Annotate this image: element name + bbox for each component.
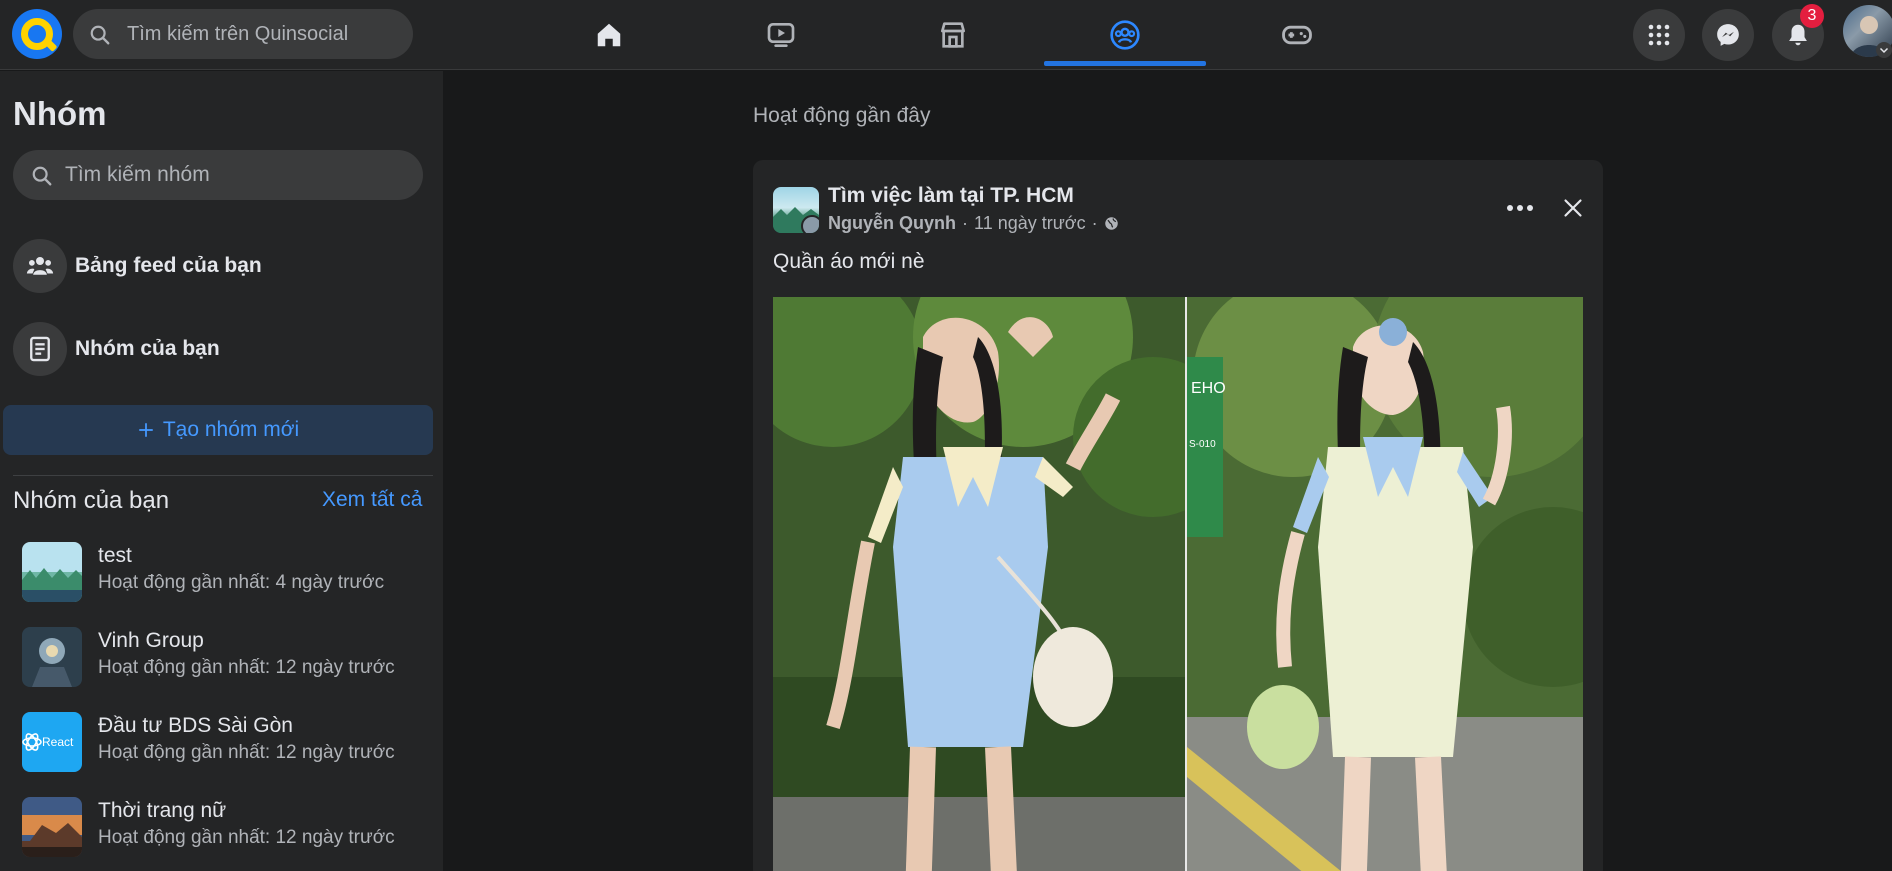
create-group-label: Tạo nhóm mới [162, 418, 300, 441]
group-activity: Hoạt động gần nhất: 12 ngày trước [98, 827, 395, 848]
group-name: Vinh Group [98, 629, 204, 652]
search-icon [90, 25, 110, 45]
top-navigation-bar: 3 [0, 0, 1892, 70]
grid-menu-icon [1648, 24, 1670, 46]
more-horizontal-icon [1507, 205, 1533, 211]
groups-sidebar: Nhóm Bảng feed của bạn Nhóm của bạn Tạo … [0, 71, 443, 871]
group-search[interactable] [13, 150, 423, 200]
home-icon [597, 23, 621, 47]
post-time[interactable]: 11 ngày trước [974, 213, 1086, 234]
group-row-thoi-trang-nu[interactable]: Thời trang nữ Hoạt động gần nhất: 12 ngà… [13, 788, 433, 866]
group-row-test[interactable]: test Hoạt động gần nhất: 4 ngày trước [13, 533, 433, 611]
messenger-icon [1717, 24, 1739, 46]
group-thumbnail [22, 627, 82, 687]
group-search-input[interactable] [65, 150, 405, 200]
recent-activity-heading: Hoạt động gần đây [753, 104, 931, 127]
globe-icon [1104, 217, 1118, 230]
post-author[interactable]: Nguyễn Quynh [828, 213, 956, 234]
post-card: Tìm việc làm tại TP. HCM Nguyễn Quynh · … [753, 160, 1603, 871]
hide-post-button[interactable] [1553, 188, 1593, 228]
menu-button[interactable] [1633, 9, 1685, 61]
group-row-dau-tu-bds[interactable]: React Đầu tư BDS Sài Gòn Hoạt động gần n… [13, 703, 433, 781]
close-icon [1564, 199, 1582, 217]
sidebar-item-label: Bảng feed của bạn [75, 254, 262, 277]
search-icon [32, 166, 52, 186]
svg-text:React: React [42, 735, 74, 749]
nav-tab-gaming[interactable] [1216, 0, 1378, 70]
sidebar-item-label: Nhóm của bạn [75, 337, 220, 360]
nav-tab-home[interactable] [528, 0, 690, 70]
notification-count-badge: 3 [1800, 4, 1824, 28]
messenger-button[interactable] [1702, 9, 1754, 61]
group-activity: Hoạt động gần nhất: 12 ngày trước [98, 657, 395, 678]
document-icon [13, 322, 67, 376]
author-avatar[interactable] [801, 215, 819, 233]
group-thumbnail [22, 797, 82, 857]
post-meta: Nguyễn Quynh · 11 ngày trước · [828, 213, 1119, 234]
group-thumbnail: React [22, 712, 82, 772]
plus-icon [139, 423, 153, 437]
your-groups-heading: Nhóm của bạn [13, 487, 170, 514]
gamepad-icon [1282, 25, 1312, 45]
group-thumbnail [22, 542, 82, 602]
create-group-button[interactable]: Tạo nhóm mới [3, 405, 433, 455]
group-name: test [98, 544, 132, 567]
people-icon [13, 239, 67, 293]
svg-text:S-010: S-010 [1189, 439, 1216, 450]
account-menu-chevron[interactable] [1876, 42, 1892, 58]
sidebar-item-your-groups[interactable]: Nhóm của bạn [8, 314, 436, 384]
divider [13, 475, 433, 476]
quinsocial-logo-icon[interactable] [12, 9, 62, 59]
nav-tab-groups[interactable] [1044, 0, 1206, 70]
group-name: Thời trang nữ [98, 799, 227, 822]
video-icon [767, 23, 795, 47]
group-activity: Hoạt động gần nhất: 4 ngày trước [98, 572, 385, 593]
sidebar-title: Nhóm [13, 95, 107, 132]
sidebar-item-your-feed[interactable]: Bảng feed của bạn [8, 231, 436, 301]
chevron-down-icon [1879, 47, 1889, 54]
global-search[interactable] [73, 9, 413, 59]
post-options-button[interactable] [1500, 188, 1540, 228]
nav-tab-watch[interactable] [700, 0, 862, 70]
group-activity: Hoạt động gần nhất: 12 ngày trước [98, 742, 395, 763]
post-group-name[interactable]: Tìm việc làm tại TP. HCM [828, 184, 1074, 208]
group-avatar[interactable] [773, 187, 819, 233]
group-name: Đầu tư BDS Sài Gòn [98, 714, 293, 737]
meta-separator: · [962, 213, 969, 233]
see-all-link[interactable]: Xem tất cả [322, 488, 422, 512]
nav-tab-marketplace[interactable] [872, 0, 1034, 70]
meta-separator: · [1091, 213, 1098, 233]
post-content: Quần áo mới nè [773, 250, 925, 273]
svg-text:EHO: EHO [1191, 380, 1226, 397]
global-search-input[interactable] [127, 9, 397, 59]
store-icon [941, 22, 965, 48]
groups-icon [1110, 20, 1140, 50]
post-photo[interactable]: EHO S-010 [773, 297, 1583, 871]
group-row-vinh-group[interactable]: Vinh Group Hoạt động gần nhất: 12 ngày t… [13, 618, 433, 696]
